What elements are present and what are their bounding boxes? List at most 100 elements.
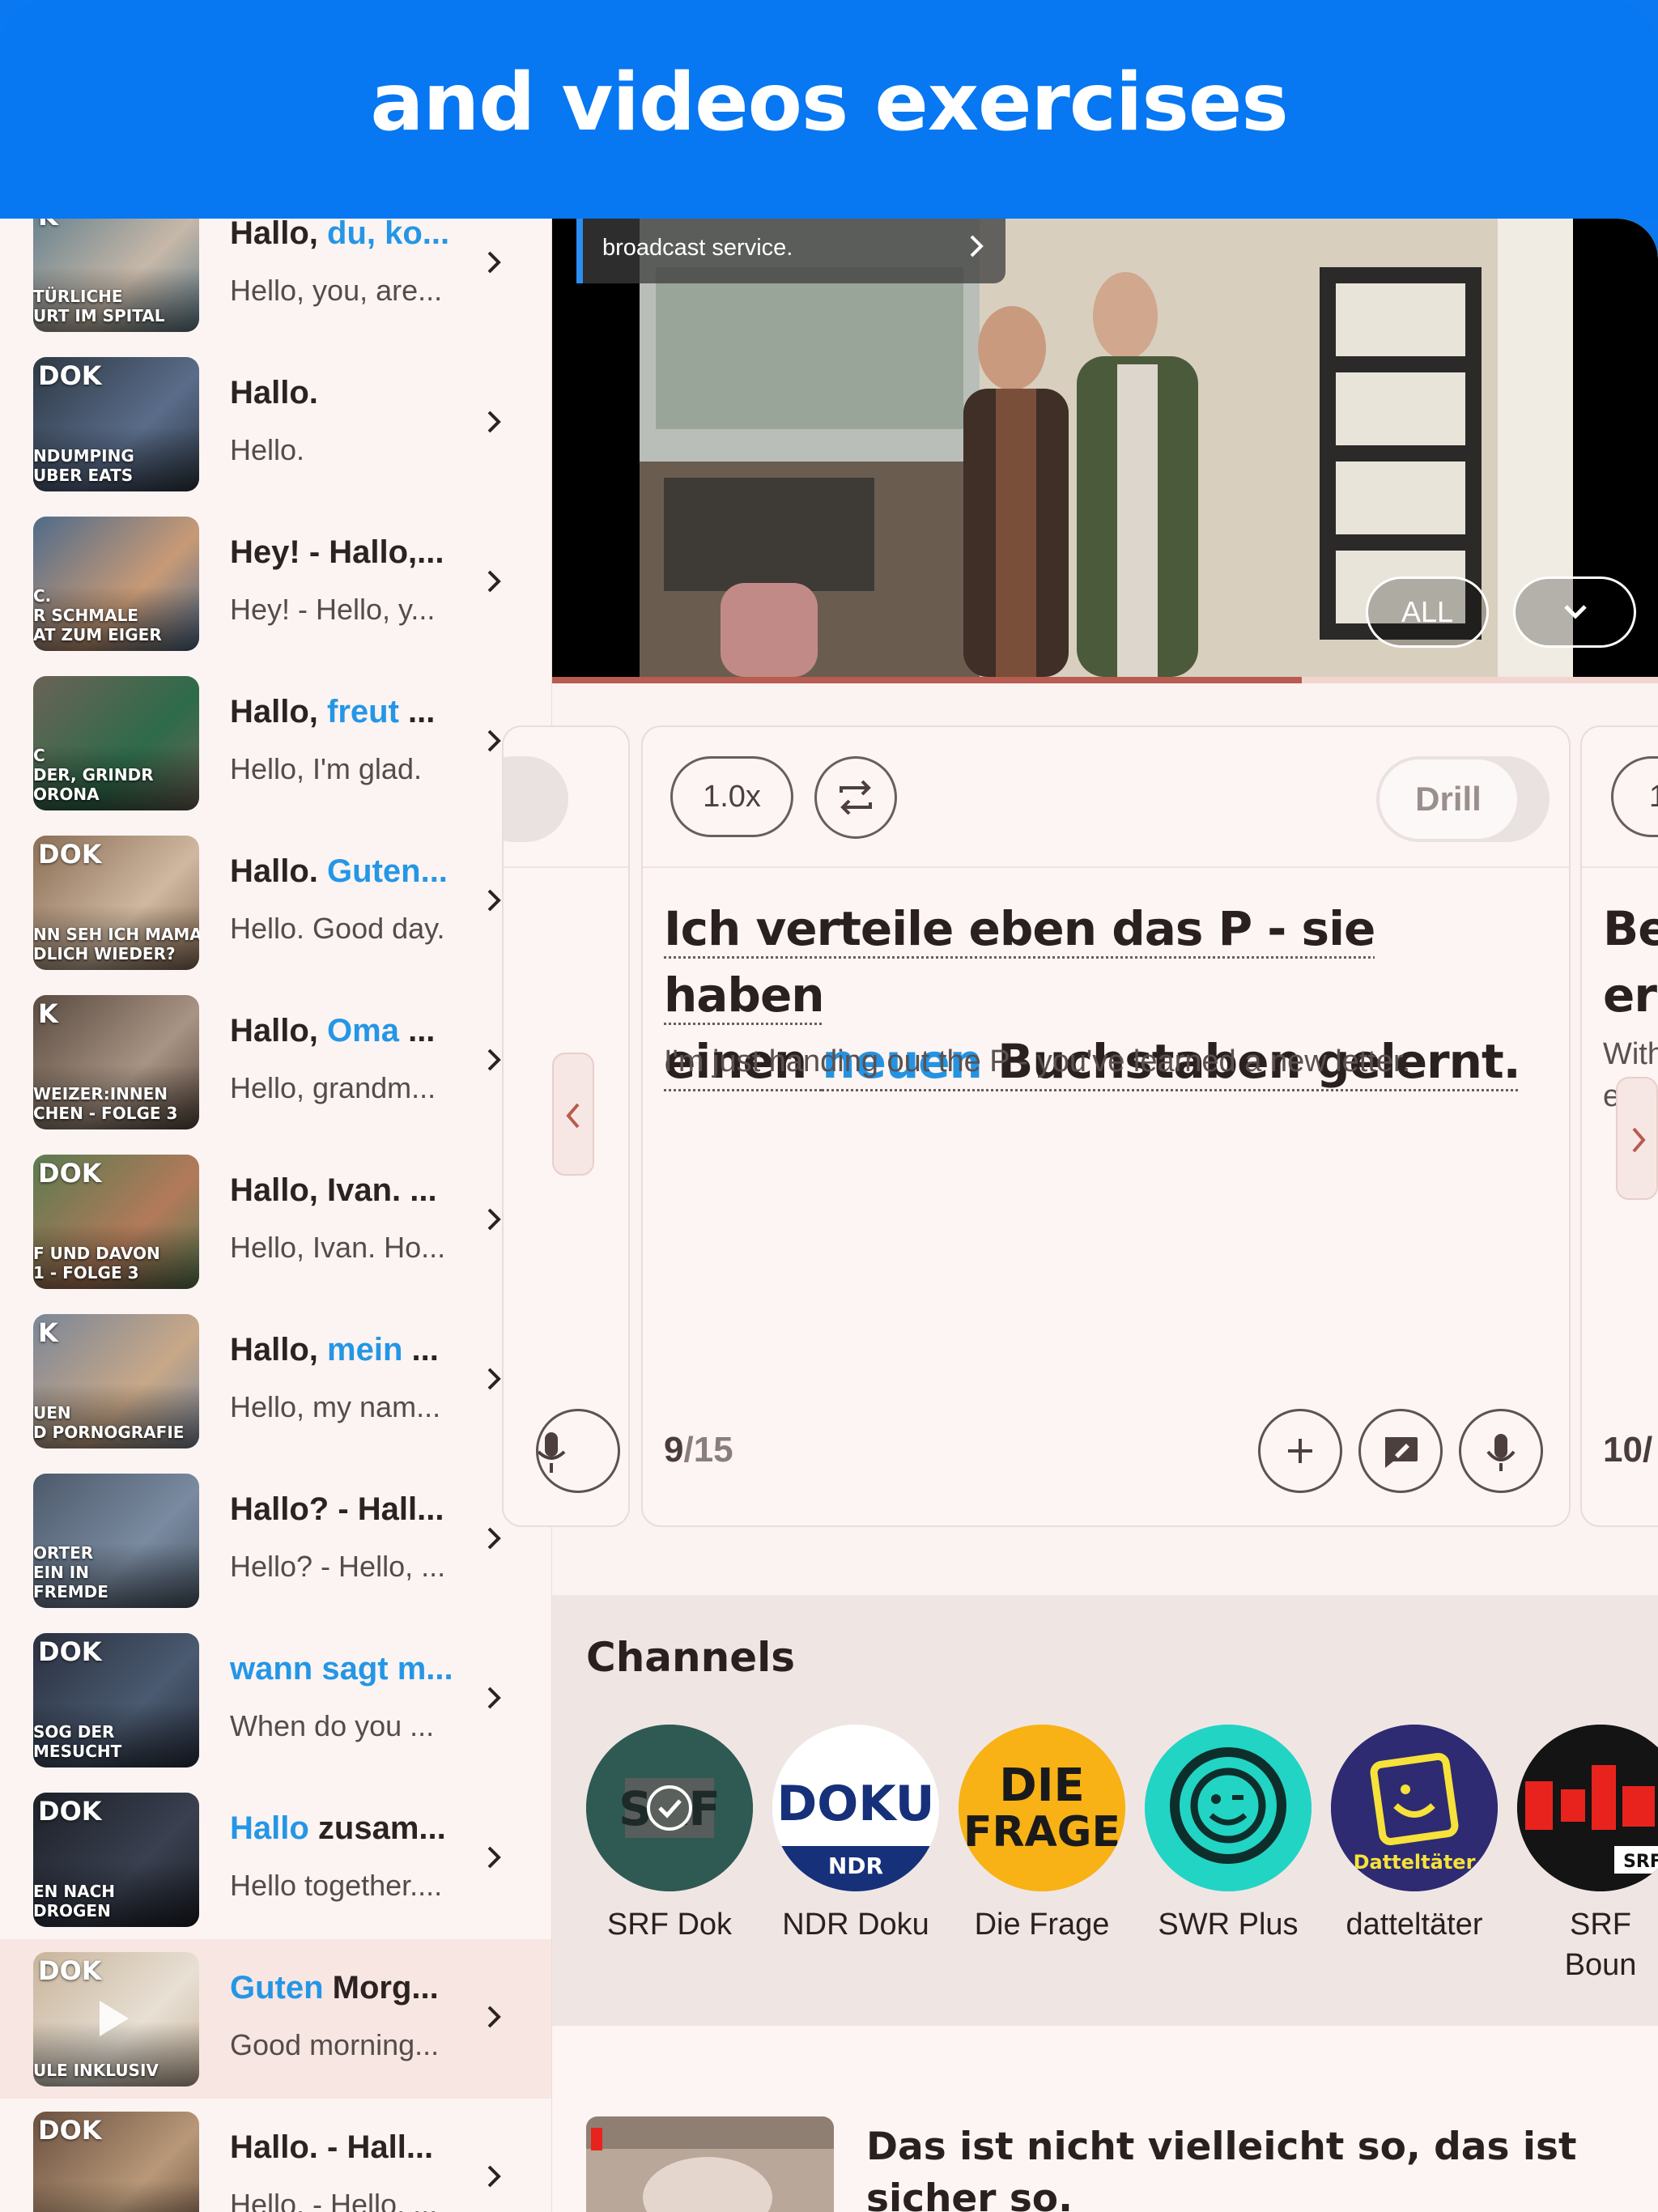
list-item[interactable]: DOK F UND DAVON 1 - FOLGE 3 Hallo, Ivan. .… bbox=[0, 1142, 551, 1301]
comment-edit-icon bbox=[1385, 1437, 1418, 1468]
all-button[interactable]: ALL bbox=[1366, 576, 1489, 648]
list-item-title: Hallo? - Hall... bbox=[230, 1491, 465, 1528]
list-item[interactable]: DOKF UND DAVON Hallo. - Hall... Hello. - H… bbox=[0, 2099, 551, 2212]
list-item[interactable]: orter EIN IN FREMDE Hallo? - Hall... Hello… bbox=[0, 1461, 551, 1620]
list-item[interactable]: DOK ULE INKLUSIV Guten Morg... Good morning… bbox=[0, 1939, 551, 2099]
thumbnail-caption: SOG DER MESUCHT bbox=[33, 1722, 122, 1761]
card-divider bbox=[504, 866, 628, 868]
title-highlight: mein bbox=[327, 1332, 403, 1368]
title-text: zusam... bbox=[308, 1810, 446, 1846]
list-item[interactable]: DOK EN NACH DROGEN Hallo zusam... Hello tog… bbox=[0, 1780, 551, 1939]
recommended-title: Das ist nicht vielleicht so, das ist sic… bbox=[866, 2125, 1577, 2212]
thumbnail-caption: C. R SCHMALE AT ZUM EIGER bbox=[33, 586, 162, 644]
channel-name: SRF Dok bbox=[606, 1908, 733, 1942]
svg-text:NDR: NDR bbox=[828, 1853, 883, 1879]
channel-swr-plus[interactable]: SWR Plus bbox=[1145, 1725, 1312, 1945]
sentence-list-sidebar[interactable]: KTÜRLICHE URT IM SPITALHallo, du, ko...H… bbox=[0, 219, 552, 2212]
next-sentence-line-1: Be bbox=[1603, 901, 1658, 956]
title-text: Hallo. - Hall... bbox=[230, 2129, 434, 2165]
chevron-right-icon bbox=[487, 1687, 501, 1709]
list-item[interactable]: C. R SCHMALE AT ZUM EIGER Hey! - Hallo,..… bbox=[0, 504, 551, 663]
next-sentence-line-2: er bbox=[1603, 968, 1657, 1023]
list-item[interactable]: K UEN D PORNOGRAFIE Hallo, mein ... Hello, … bbox=[0, 1301, 551, 1461]
drill-toggle[interactable]: Drill bbox=[1376, 756, 1550, 842]
root: and videos exercises K TÜRLICHE URT IM SP… bbox=[0, 0, 1658, 2212]
video-caption[interactable]: broadcast service. bbox=[576, 219, 1005, 283]
thumbnail-caption: UEN D PORNOGRAFIE bbox=[33, 1403, 185, 1442]
channel-srf-bounce[interactable]: SRF SRF Boun bbox=[1517, 1725, 1658, 1985]
list-item-title: Hallo. bbox=[230, 375, 465, 411]
recommended-thumbnail[interactable] bbox=[586, 2116, 834, 2212]
svg-text:DOKU: DOKU bbox=[777, 1776, 935, 1832]
next-card-button[interactable] bbox=[1616, 1077, 1658, 1200]
video-thumbnail: DOK NDUMPING UBER EATS bbox=[33, 357, 199, 491]
thumbnail-caption: TÜRLICHE URT IM SPITAL bbox=[33, 287, 165, 325]
previous-card-button[interactable] bbox=[552, 1053, 594, 1176]
list-item-subtitle: Hey! - Hello, y... bbox=[230, 593, 436, 626]
thumbnail-caption: C DER, GRINDR ORONA bbox=[33, 746, 154, 804]
list-item[interactable]: DOK SOG DER MESUCHT wann sagt m... When do … bbox=[0, 1620, 551, 1780]
list-item[interactable]: DOK NDUMPING UBER EATS Hallo. Hello. bbox=[0, 344, 551, 504]
ndr-doku-logo: DOKU NDR bbox=[772, 1725, 939, 1891]
list-item[interactable]: C DER, GRINDR ORONA Hallo, freut ... Hello… bbox=[0, 663, 551, 823]
video-thumbnail: K TÜRLICHE URT IM SPITAL bbox=[33, 219, 199, 332]
channels-title: Channels bbox=[586, 1634, 796, 1681]
chevron-left-icon bbox=[566, 1103, 580, 1129]
title-text: Hallo? - Hall... bbox=[230, 1491, 444, 1527]
channel-die-frage[interactable]: DIE FRAGE Die Frage bbox=[959, 1725, 1125, 1945]
video-thumbnail: C. R SCHMALE AT ZUM EIGER bbox=[33, 517, 199, 651]
chevron-right-icon bbox=[970, 235, 984, 257]
channel-datteltaeter[interactable]: Datteltäter datteltäter bbox=[1331, 1725, 1498, 1945]
title-text: Hallo, bbox=[230, 694, 328, 730]
list-item[interactable]: DOK NN SEH ICH MAMA DLICH WIEDER? Hallo. G… bbox=[0, 823, 551, 982]
list-item-subtitle: Hello, you, are... bbox=[230, 274, 443, 307]
video-thumbnail: C DER, GRINDR ORONA bbox=[33, 676, 199, 810]
datteltaeter-logo: Datteltäter bbox=[1331, 1725, 1498, 1891]
video-thumbnail: DOK F UND DAVON 1 - FOLGE 3 bbox=[33, 1155, 199, 1289]
title-text: Hallo, bbox=[230, 219, 328, 251]
title-text: Hallo, bbox=[230, 1013, 328, 1049]
chevron-right-icon bbox=[487, 1846, 501, 1869]
plus-icon bbox=[1288, 1439, 1312, 1463]
thumbnail-caption: F UND DAVON 1 - FOLGE 3 bbox=[33, 1244, 160, 1283]
add-button[interactable] bbox=[1258, 1409, 1342, 1493]
microphone-icon bbox=[1486, 1434, 1516, 1471]
playback-speed-button[interactable]: 1.0x bbox=[670, 756, 793, 837]
list-item-title: Hallo, Oma ... bbox=[230, 1013, 465, 1049]
channel-ndr-doku[interactable]: DOKU NDR NDR Doku bbox=[772, 1725, 939, 1945]
sentence-line-1[interactable]: Ich verteile eben das P - sie haben bbox=[664, 901, 1375, 1023]
swr-plus-logo bbox=[1145, 1725, 1312, 1891]
chevron-right-icon bbox=[487, 2006, 501, 2028]
list-item-subtitle: Hello, Ivan. Ho... bbox=[230, 1231, 446, 1264]
thumbnail-badge: K bbox=[38, 1317, 58, 1348]
svg-text:DIE: DIE bbox=[999, 1759, 1085, 1812]
srf-dok-logo: SRF bbox=[586, 1725, 753, 1891]
channel-srf-dok[interactable]: SRF SRF Dok bbox=[586, 1725, 753, 1945]
thumbnail-badge: DOK bbox=[38, 1158, 102, 1189]
list-item[interactable]: KTÜRLICHE URT IM SPITALHallo, du, ko...H… bbox=[0, 219, 551, 344]
title-highlight: wann sagt m... bbox=[230, 1651, 453, 1687]
channel-name: datteltäter bbox=[1346, 1908, 1483, 1942]
video-progress-bar[interactable] bbox=[552, 677, 1658, 683]
list-item-title: wann sagt m... bbox=[230, 1651, 465, 1687]
thumbnail-caption: WEIZER:INNEN CHEN - FOLGE 3 bbox=[33, 1084, 178, 1123]
next-speed-button[interactable]: 1 bbox=[1611, 756, 1658, 837]
video-player[interactable]: broadcast service. ALL bbox=[552, 219, 1658, 677]
list-item[interactable]: K WEIZER:INNEN CHEN - FOLGE 3 Hallo, Oma .… bbox=[0, 982, 551, 1142]
repeat-icon bbox=[840, 780, 872, 815]
list-item-title: Guten Morg... bbox=[230, 1970, 465, 2006]
recommended-video[interactable]: Das ist nicht vielleicht so, das ist sic… bbox=[552, 2026, 1658, 2212]
prev-mic-button[interactable] bbox=[536, 1409, 620, 1493]
repeat-button[interactable] bbox=[814, 756, 897, 839]
chevron-right-icon bbox=[487, 1527, 501, 1550]
title-text: Hallo, Ivan. ... bbox=[230, 1172, 437, 1208]
comment-button[interactable] bbox=[1358, 1409, 1443, 1493]
record-button[interactable] bbox=[1459, 1409, 1543, 1493]
counter-total: /15 bbox=[683, 1430, 733, 1470]
channel-name: SRF Boun bbox=[1564, 1908, 1637, 1982]
list-item-title: Hey! - Hallo,... bbox=[230, 534, 465, 571]
collapse-button[interactable] bbox=[1513, 576, 1636, 648]
list-item-subtitle: Hello. - Hello, ... bbox=[230, 2188, 438, 2212]
title-text: ... bbox=[398, 1013, 436, 1049]
svg-text:Datteltäter: Datteltäter bbox=[1354, 1851, 1476, 1874]
